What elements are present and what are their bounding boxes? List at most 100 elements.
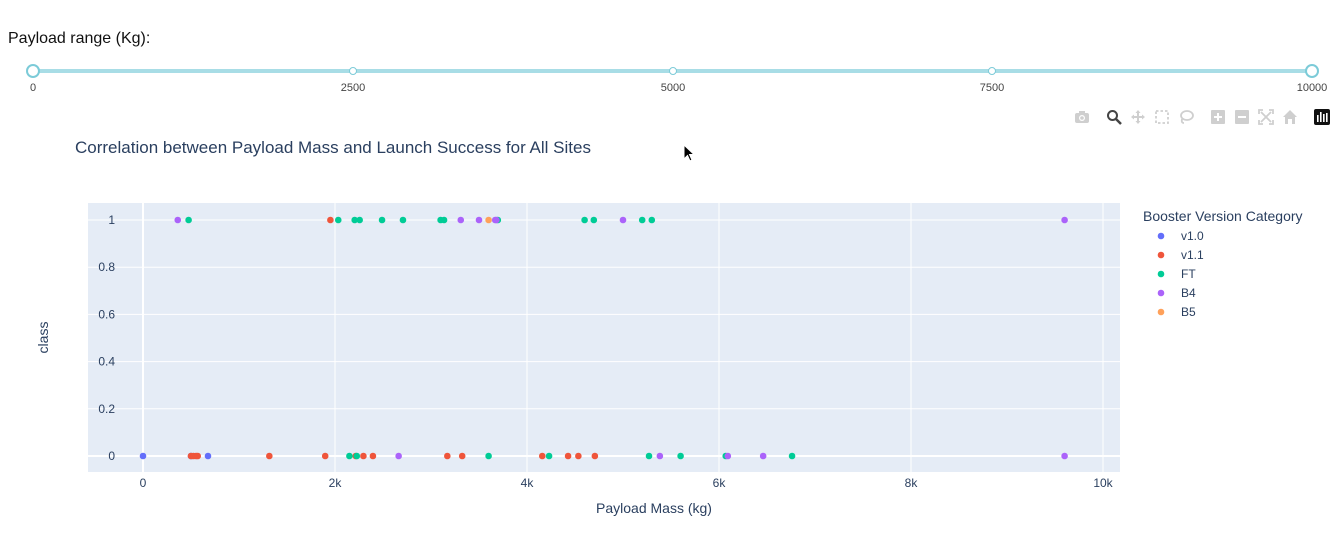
y-axis-label: class	[35, 322, 51, 354]
x-tick-label: 0	[140, 476, 147, 490]
data-point	[759, 452, 767, 460]
y-tick-label: 0	[108, 449, 115, 463]
data-point	[266, 452, 273, 460]
zoom-icon[interactable]	[1104, 107, 1124, 127]
data-point	[353, 452, 361, 460]
data-point	[619, 216, 627, 224]
data-point	[581, 216, 588, 224]
slider-mark-dot	[668, 67, 677, 75]
data-point	[493, 216, 500, 224]
legend-marker	[1157, 289, 1165, 297]
legend-marker	[1157, 270, 1165, 278]
data-point	[321, 452, 329, 460]
plot-background	[88, 203, 1120, 472]
data-point	[648, 216, 656, 224]
x-tick-label: 2k	[329, 476, 343, 490]
data-point	[645, 452, 653, 460]
data-point	[139, 452, 147, 460]
data-point	[485, 216, 492, 224]
data-point	[444, 452, 451, 460]
legend-label: B4	[1181, 286, 1196, 300]
x-axis-label: Payload Mass (kg)	[596, 500, 712, 516]
data-point	[564, 452, 572, 460]
slider-handle-max[interactable]	[1305, 64, 1319, 78]
slider-mark-label: 10000	[1296, 82, 1328, 94]
data-point	[638, 216, 646, 224]
y-tick-label: 0.4	[98, 355, 115, 369]
y-tick-label: 1	[108, 213, 115, 227]
data-point	[204, 452, 212, 460]
plotly-logo-icon[interactable]	[1312, 107, 1332, 127]
chart-title: Correlation between Payload Mass and Lau…	[75, 138, 591, 157]
data-point	[378, 216, 386, 224]
data-point	[327, 216, 334, 224]
data-point	[346, 452, 353, 460]
slider-mark-label: 5000	[660, 82, 686, 94]
data-point	[656, 452, 664, 460]
legend-item: B5	[1157, 305, 1196, 319]
data-point	[724, 452, 732, 460]
data-point	[360, 452, 367, 460]
data-point	[545, 452, 553, 460]
data-point	[591, 452, 599, 460]
data-point	[538, 452, 546, 460]
slider-mark-label: 2500	[340, 82, 366, 94]
data-point	[1061, 216, 1068, 224]
slider-mark-label: 0	[29, 82, 37, 94]
slider-mark-dot	[988, 67, 997, 75]
legend-marker	[1157, 251, 1165, 259]
slider-mark-label: 7500	[979, 82, 1005, 94]
legend-label: B5	[1181, 305, 1196, 319]
x-tick-label: 6k	[713, 476, 727, 490]
legend-item: v1.1	[1157, 248, 1204, 262]
data-point	[1061, 452, 1068, 460]
legend-title: Booster Version Category	[1143, 208, 1303, 224]
slider-label: Payload range (Kg):	[8, 30, 151, 47]
lasso-select-icon[interactable]	[1176, 107, 1196, 127]
data-point	[485, 452, 492, 460]
x-tick-label: 8k	[905, 476, 919, 490]
legend-item: v1.0	[1157, 229, 1204, 243]
y-tick-label: 0.2	[98, 402, 115, 416]
data-point	[334, 216, 342, 224]
data-point	[458, 452, 466, 460]
legend-marker	[1157, 308, 1165, 316]
payload-range-slider[interactable]	[26, 64, 1319, 78]
box-select-icon[interactable]	[1152, 107, 1172, 127]
x-tick-label: 4k	[521, 476, 535, 490]
data-point	[788, 452, 796, 460]
mouse-cursor-icon	[683, 144, 696, 162]
data-point	[395, 452, 402, 460]
pan-icon[interactable]	[1128, 107, 1148, 127]
data-point	[399, 216, 407, 224]
legend-marker	[1157, 232, 1165, 240]
camera-icon[interactable]	[1072, 107, 1092, 127]
data-point	[457, 216, 465, 224]
y-tick-label: 0.6	[98, 307, 115, 321]
legend-label: v1.1	[1181, 248, 1204, 262]
y-tick-label: 0.8	[98, 260, 115, 274]
reset-axes-icon[interactable]	[1280, 107, 1300, 127]
data-point	[575, 452, 582, 460]
x-tick-label: 10k	[1093, 476, 1113, 490]
slider-handle-min[interactable]	[26, 64, 40, 78]
data-point	[185, 216, 192, 224]
scatter-chart: Correlation between Payload Mass and Lau…	[35, 138, 1303, 516]
data-point	[590, 216, 598, 224]
legend-item: B4	[1157, 286, 1196, 300]
legend-item: FT	[1157, 267, 1196, 281]
data-point	[174, 216, 182, 224]
legend-label: v1.0	[1181, 229, 1204, 243]
series-b5	[485, 216, 492, 224]
data-point	[369, 452, 377, 460]
data-point	[356, 216, 363, 224]
slider-mark-dot	[348, 67, 357, 75]
data-point	[475, 216, 483, 224]
data-point	[677, 452, 684, 460]
autoscale-icon[interactable]	[1256, 107, 1276, 127]
zoom-out-icon[interactable]	[1232, 107, 1252, 127]
zoom-in-icon[interactable]	[1208, 107, 1228, 127]
data-point	[440, 216, 448, 224]
legend-label: FT	[1181, 267, 1196, 281]
data-point	[194, 452, 202, 460]
